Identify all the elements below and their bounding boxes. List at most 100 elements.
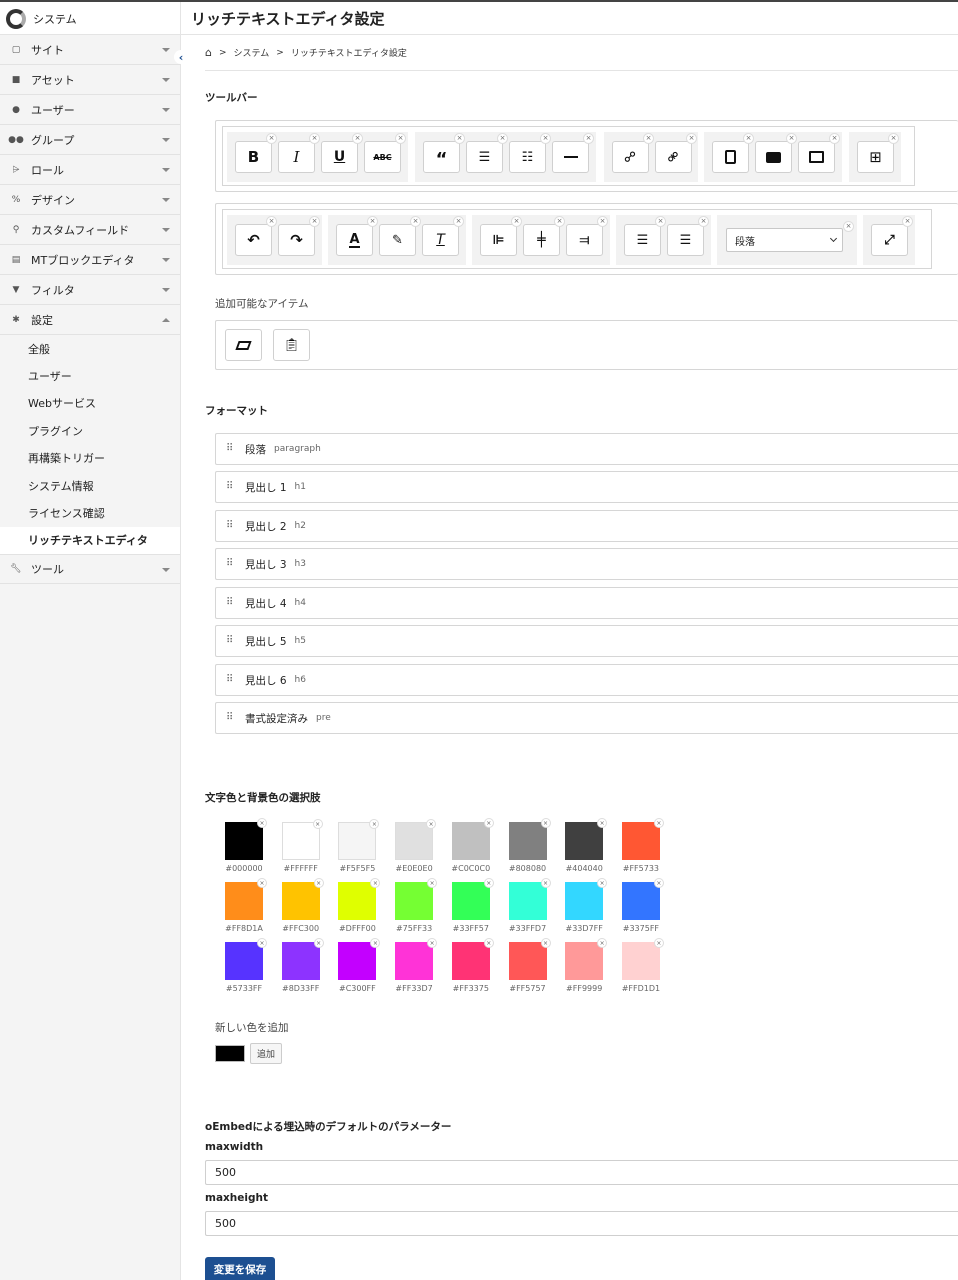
unlink-button[interactable]: ⚮: [655, 141, 692, 173]
sidebar-sub-rich-text-editor[interactable]: リッチテキストエディタ: [0, 526, 180, 555]
remove-color-icon[interactable]: ×: [483, 938, 494, 948]
remove-color-icon[interactable]: ×: [427, 938, 438, 948]
remove-highlight-icon[interactable]: ×: [410, 216, 421, 227]
sidebar-item-role[interactable]: ⩥ ロール: [0, 155, 180, 185]
toolbar-group-history[interactable]: ↶ × ↷ ×: [227, 215, 322, 265]
remove-underline-icon[interactable]: ×: [352, 133, 363, 144]
clear-format-button[interactable]: T: [422, 224, 459, 256]
redo-button[interactable]: ↷: [278, 224, 315, 256]
color-swatch[interactable]: ×: [565, 818, 608, 860]
indent-button[interactable]: ☰: [624, 224, 661, 256]
maxheight-input[interactable]: 500: [205, 1211, 958, 1236]
remove-color-icon[interactable]: ×: [540, 818, 551, 828]
remove-fullscreen-icon[interactable]: ×: [902, 216, 913, 227]
format-item-h5[interactable]: ⠿ 見出し 5 h5: [215, 625, 958, 657]
sidebar-item-design[interactable]: % デザイン: [0, 185, 180, 215]
remove-color-icon[interactable]: ×: [540, 878, 551, 888]
home-icon[interactable]: ⌂: [205, 46, 212, 59]
format-item-h2[interactable]: ⠿ 見出し 2 h2: [215, 510, 958, 542]
fullscreen-button[interactable]: ⤢: [871, 224, 908, 256]
numbered-list-button[interactable]: ☷: [509, 141, 546, 173]
color-swatch[interactable]: ×: [395, 938, 438, 980]
sidebar-sub-web-services[interactable]: Webサービス: [0, 390, 180, 417]
color-swatch[interactable]: ×: [281, 938, 324, 980]
sidebar-sub-rebuild-trigger[interactable]: 再構築トリガー: [0, 445, 180, 472]
paste-button[interactable]: 📋︎: [273, 329, 310, 361]
remove-strikethrough-icon[interactable]: ×: [395, 133, 406, 144]
color-swatch[interactable]: ×: [338, 938, 381, 980]
maxwidth-input[interactable]: 500: [205, 1160, 958, 1185]
align-right-button[interactable]: ⫤: [566, 224, 603, 256]
remove-horizontal-rule-icon[interactable]: ×: [583, 133, 594, 144]
remove-text-color-icon[interactable]: ×: [367, 216, 378, 227]
remove-color-icon[interactable]: ×: [257, 938, 267, 948]
align-left-button[interactable]: ⊫: [480, 224, 517, 256]
color-swatch[interactable]: ×: [451, 938, 494, 980]
remove-color-icon[interactable]: ×: [370, 938, 381, 948]
remove-color-icon[interactable]: ×: [483, 818, 494, 828]
remove-italic-icon[interactable]: ×: [309, 133, 320, 144]
color-swatch[interactable]: ×: [621, 818, 664, 860]
color-swatch[interactable]: ×: [565, 878, 608, 920]
color-swatch[interactable]: ×: [451, 818, 494, 860]
paste-as-text-button[interactable]: [225, 329, 262, 361]
remove-link-icon[interactable]: ×: [643, 133, 654, 144]
sidebar-sub-user[interactable]: ユーザー: [0, 362, 180, 389]
color-swatch[interactable]: ×: [508, 938, 551, 980]
remove-color-icon[interactable]: ×: [597, 938, 608, 948]
remove-color-icon[interactable]: ×: [370, 878, 381, 888]
remove-color-icon[interactable]: ×: [426, 819, 437, 829]
drag-handle-icon[interactable]: ⠿: [226, 559, 234, 569]
toolbar-group-fullscreen[interactable]: ⤢ ×: [863, 215, 915, 265]
text-color-button[interactable]: A: [336, 224, 373, 256]
toolbar-group-insert[interactable]: × × ×: [704, 132, 842, 182]
remove-align-left-icon[interactable]: ×: [511, 216, 522, 227]
drag-handle-icon[interactable]: ⠿: [226, 713, 234, 723]
brand[interactable]: システム: [0, 2, 181, 35]
remove-color-icon[interactable]: ×: [540, 938, 551, 948]
color-swatch[interactable]: ×: [395, 819, 437, 860]
sidebar-sub-general[interactable]: 全般: [0, 335, 180, 362]
toolbar-group-block[interactable]: “ × ☰ × ☷ × ×: [415, 132, 596, 182]
sidebar-item-block-editor[interactable]: ▤ MTブロックエディタ: [0, 245, 180, 275]
color-swatch[interactable]: ×: [565, 938, 608, 980]
remove-color-icon[interactable]: ×: [597, 818, 608, 828]
remove-color-icon[interactable]: ×: [312, 819, 323, 829]
color-swatch[interactable]: ×: [281, 819, 323, 860]
remove-color-icon[interactable]: ×: [653, 818, 664, 828]
format-item-paragraph[interactable]: ⠿ 段落 paragraph: [215, 433, 958, 465]
format-item-h6[interactable]: ⠿ 見出し 6 h6: [215, 664, 958, 696]
remove-color-icon[interactable]: ×: [369, 819, 380, 829]
remove-color-icon[interactable]: ×: [653, 938, 664, 948]
remove-bullet-list-icon[interactable]: ×: [497, 133, 508, 144]
remove-insert-asset-icon[interactable]: ×: [786, 133, 797, 144]
underline-button[interactable]: U: [321, 141, 358, 173]
remove-color-icon[interactable]: ×: [597, 878, 608, 888]
remove-align-right-icon[interactable]: ×: [597, 216, 608, 227]
color-swatch[interactable]: ×: [508, 818, 551, 860]
horizontal-rule-button[interactable]: [552, 141, 589, 173]
toolbar-group-table[interactable]: ⊞ ×: [849, 132, 901, 182]
remove-undo-icon[interactable]: ×: [266, 216, 277, 227]
drag-handle-icon[interactable]: ⠿: [226, 444, 234, 454]
sidebar-item-user[interactable]: ● ユーザー: [0, 95, 180, 125]
color-swatch[interactable]: ×: [621, 878, 664, 920]
format-item-h3[interactable]: ⠿ 見出し 3 h3: [215, 548, 958, 580]
color-swatch[interactable]: ×: [338, 819, 380, 860]
drag-handle-icon[interactable]: ⠿: [226, 636, 234, 646]
sidebar-item-group[interactable]: ●● グループ: [0, 125, 180, 155]
insert-asset-button[interactable]: [755, 141, 792, 173]
block-format-select[interactable]: 段落: [726, 228, 843, 252]
remove-redo-icon[interactable]: ×: [309, 216, 320, 227]
remove-clear-format-icon[interactable]: ×: [453, 216, 464, 227]
drag-handle-icon[interactable]: ⠿: [226, 482, 234, 492]
remove-color-icon[interactable]: ×: [257, 878, 267, 888]
color-swatch[interactable]: ×: [508, 878, 551, 920]
color-swatch[interactable]: ×: [621, 938, 664, 980]
color-swatch[interactable]: ×: [281, 878, 324, 920]
toolbar-group-indent[interactable]: ☰ × ☰ ×: [616, 215, 711, 265]
drag-handle-icon[interactable]: ⠿: [226, 675, 234, 685]
color-swatch[interactable]: ×: [225, 878, 267, 920]
remove-color-icon[interactable]: ×: [653, 878, 664, 888]
color-swatch[interactable]: ×: [338, 878, 381, 920]
